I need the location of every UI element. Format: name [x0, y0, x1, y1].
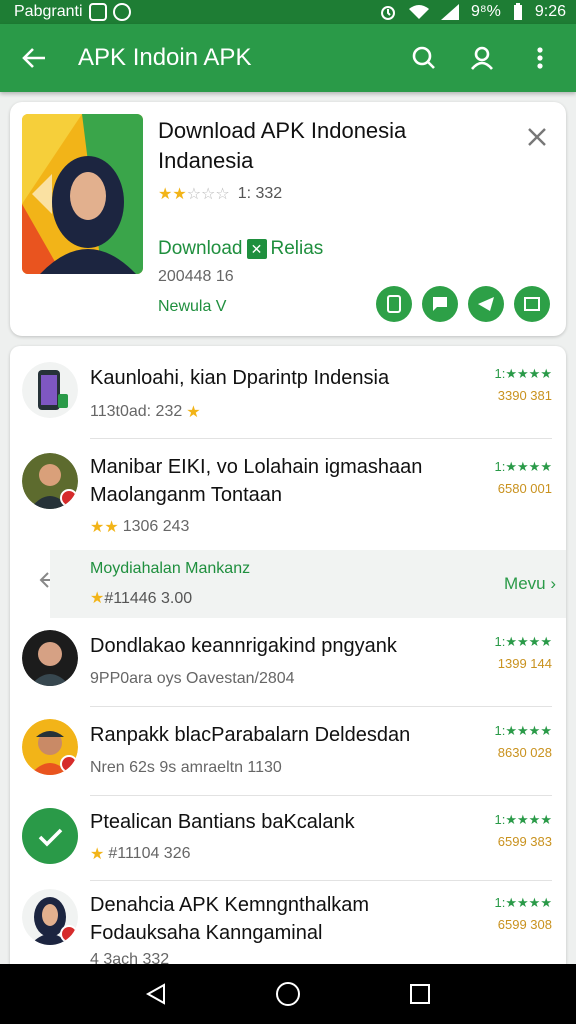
status-bar: Pabgranti 9⁸% 9:26: [0, 0, 576, 24]
app-version: Newula V: [158, 298, 227, 315]
promo-meta: ★#11446 3.00: [90, 590, 193, 607]
star-icon: ★: [90, 590, 105, 607]
close-icon: [528, 128, 546, 146]
rating-count: 1: 332: [237, 185, 283, 202]
download-link[interactable]: Download ✕ Relias: [158, 238, 323, 260]
app-downloads: 200448 16: [158, 268, 234, 285]
search-button[interactable]: [402, 36, 446, 80]
download-label: Download: [158, 238, 243, 259]
list-item[interactable]: Denahcia APK Kemngnthalkam Fodauksaha Ka…: [10, 881, 566, 966]
list-item-meta: 113t0ad: 232 ★: [90, 403, 201, 421]
window-icon: [524, 297, 540, 311]
list-item-stars: 1:★★★★: [494, 723, 552, 738]
list-item-number: 1399 144: [497, 656, 552, 671]
list-item-stars: 1:★★★★: [494, 634, 552, 649]
app-list: Kaunloahi, kian Dparintp Indensia 113t0a…: [10, 346, 566, 966]
list-item-stars: 1:★★★★: [494, 459, 552, 474]
list-item-meta: 9PP0ara oys Oavestan/2804: [90, 670, 295, 687]
list-item-stars: 1:★★★★: [494, 895, 552, 910]
wifi-icon: [408, 5, 429, 19]
app-title: Download APK Indonesia Indanesia: [158, 118, 407, 173]
list-item-number: 6599 383: [497, 834, 552, 849]
verified-badge-icon: [60, 925, 78, 943]
list-item-stars: 1:★★★★: [494, 366, 552, 381]
list-item-title: Dondlakao keannrigakind pngyank: [90, 635, 397, 657]
notification-icon: [88, 3, 107, 21]
list-item-title: Kaunloahi, kian Dparintp Indensia: [90, 367, 390, 389]
promo-banner[interactable]: Moydiahalan Mankanz ★#11446 3.00 Mevu ›: [50, 550, 566, 618]
list-item-meta: ★ #11104 326: [90, 845, 191, 863]
chat-icon: [433, 297, 447, 311]
circle-home-icon: [276, 982, 300, 1006]
list-item[interactable]: Kaunloahi, kian Dparintp Indensia 113t0a…: [10, 346, 566, 438]
star-icon: ★: [90, 846, 105, 863]
star-icon: ★: [186, 404, 201, 421]
avatar: [22, 889, 78, 945]
download-suffix: Relias: [270, 238, 324, 259]
avatar: [22, 630, 78, 686]
clock-text: 9:26: [534, 3, 566, 20]
signal-icon: [440, 4, 459, 20]
list-item[interactable]: Dondlakao keannrigakind pngyank 9PP0ara …: [10, 618, 566, 706]
check-icon: [22, 808, 78, 864]
battery-text: 9⁸%: [470, 3, 501, 20]
list-item-number: 6599 308: [497, 917, 552, 932]
rating-stars: ★★☆☆☆: [158, 186, 230, 203]
list-item-number: 6580 001: [497, 481, 552, 496]
list-item-title: Denahcia APK Kemngnthalkam Fodauksaha Ka…: [90, 894, 370, 944]
square-recents-icon: [410, 984, 430, 1004]
window-button[interactable]: [514, 286, 550, 322]
navigation-bar: [0, 964, 576, 1024]
download-badge-icon: ✕: [246, 239, 267, 259]
search-icon: [412, 46, 435, 69]
app-rating: ★★☆☆☆ 1: 332: [158, 184, 282, 204]
close-button[interactable]: [522, 122, 552, 152]
verified-badge-icon: [60, 755, 78, 773]
list-item-title: Manibar EIKI, vo Lolahain igmashaan Maol…: [90, 456, 423, 506]
star-icon: ★★: [90, 519, 119, 536]
chat-button[interactable]: [422, 286, 458, 322]
avatar: [22, 719, 78, 775]
app-icon-phone: [22, 362, 78, 418]
triangle-back-icon: [145, 983, 165, 1005]
more-vert-icon: [537, 47, 543, 69]
app-cover-image: [22, 114, 143, 274]
verified-badge-icon: [60, 489, 78, 507]
list-item-meta: ★★ 1306 243: [90, 518, 190, 536]
promo-title: Moydiahalan Mankanz: [90, 560, 251, 577]
carrier-text: Pabgranti: [14, 3, 83, 20]
list-item-meta: Nren 62s 9s amraeltn 1130: [90, 759, 282, 776]
page-title: APK Indoin APK: [78, 44, 252, 71]
arrow-left-icon: [22, 48, 45, 68]
account-icon: [471, 46, 493, 70]
list-item-title: Ranpakk blacParabalarn Deldesdan: [90, 724, 411, 746]
back-nav-button[interactable]: [136, 974, 176, 1014]
home-nav-button[interactable]: [268, 974, 308, 1014]
share-button[interactable]: [468, 286, 504, 322]
notification-icon-2: [112, 3, 131, 21]
avatar: [22, 453, 78, 509]
more-options-button[interactable]: [518, 36, 562, 80]
alarm-icon: [380, 6, 395, 20]
send-icon: [478, 297, 494, 311]
list-item[interactable]: Manibar EIKI, vo Lolahain igmashaan Maol…: [10, 439, 566, 549]
list-item-stars: 1:★★★★: [494, 812, 552, 827]
recents-nav-button[interactable]: [400, 974, 440, 1014]
more-link[interactable]: Mevu ›: [504, 574, 556, 594]
account-button[interactable]: [460, 36, 504, 80]
file-button[interactable]: [376, 286, 412, 322]
list-item-number: 3390 381: [497, 388, 552, 403]
list-item[interactable]: Ranpakk blacParabalarn Deldesdan Nren 62…: [10, 707, 566, 795]
file-icon: [387, 295, 401, 313]
back-button[interactable]: [0, 24, 68, 92]
list-item-title: Ptealican Bantians baKcalank: [90, 811, 355, 833]
list-item[interactable]: Ptealican Bantians baKcalank ★ #11104 326…: [10, 796, 566, 880]
featured-app-card[interactable]: Download APK Indonesia Indanesia ★★☆☆☆ 1…: [10, 102, 566, 336]
battery-icon: [513, 3, 522, 20]
list-item-number: 8630 028: [497, 745, 552, 760]
app-bar: APK Indoin APK: [0, 24, 576, 92]
